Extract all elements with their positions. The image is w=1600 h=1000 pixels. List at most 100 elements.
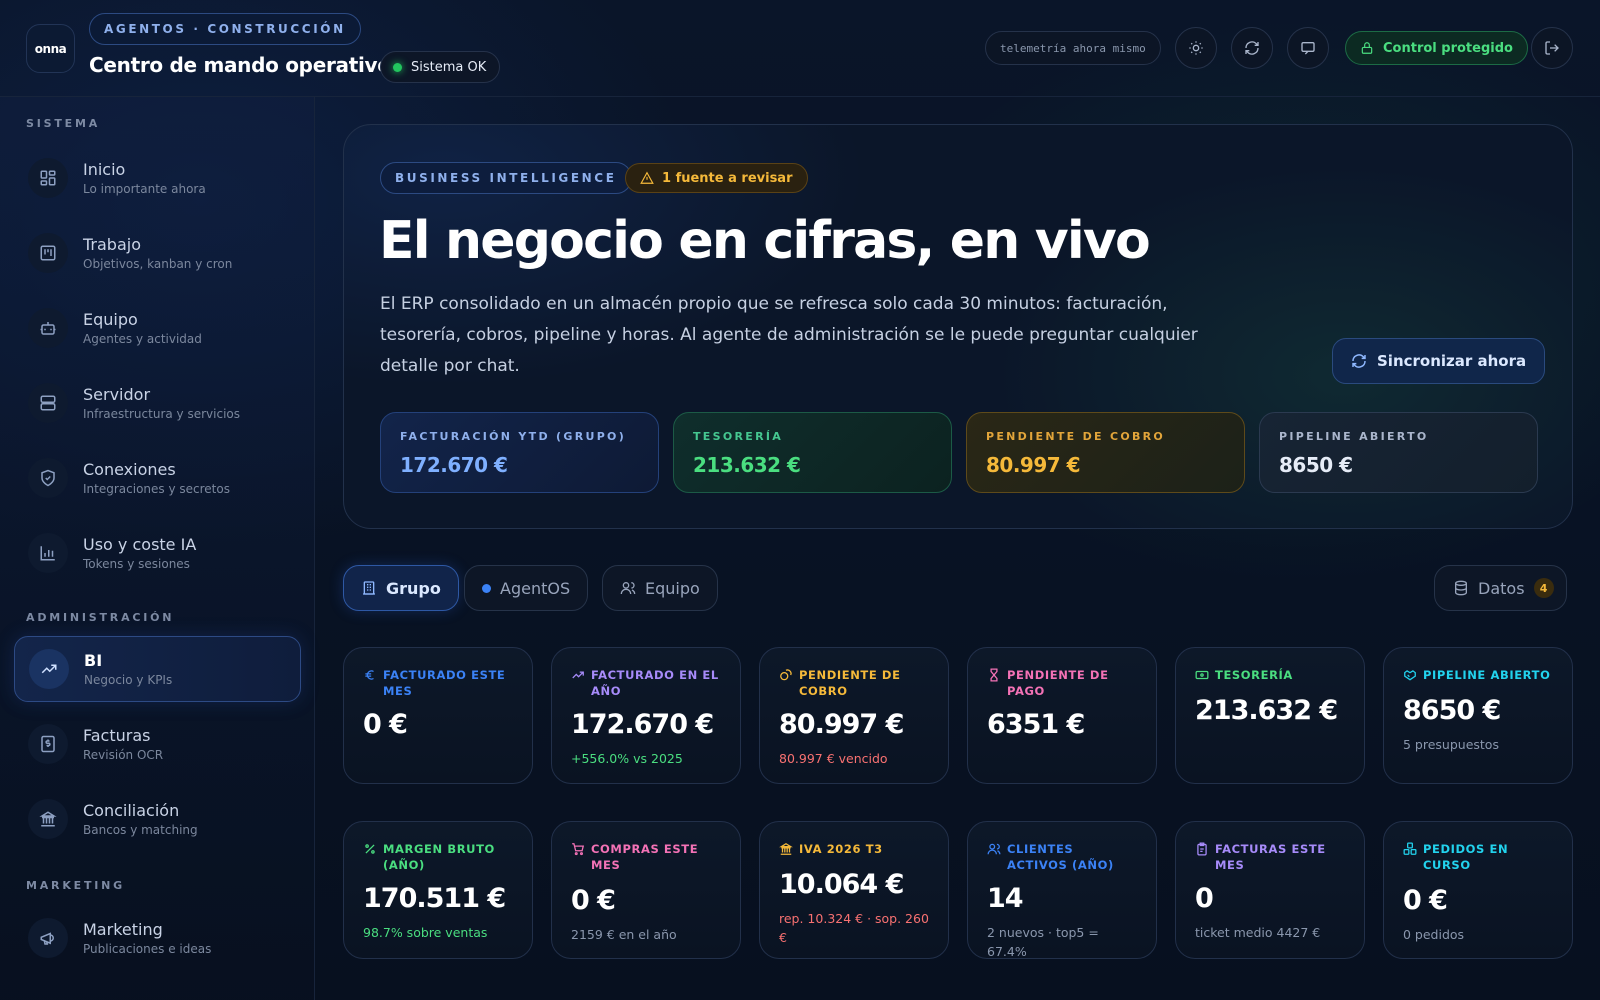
control-protected-label: Control protegido <box>1383 40 1513 56</box>
card-value: 14 <box>987 883 1024 914</box>
kanban-icon <box>28 233 68 273</box>
card-value: 170.511 € <box>363 883 506 914</box>
sidebar-item-facturas[interactable]: Facturas Revisión OCR <box>14 711 301 777</box>
database-icon <box>1455 580 1467 596</box>
sidebar-item-conexiones[interactable]: Conexiones Integraciones y secretos <box>14 445 301 511</box>
logout-button[interactable] <box>1531 27 1573 69</box>
datos-count-badge: 4 <box>1533 578 1554 598</box>
bot-icon <box>28 308 68 348</box>
sidebar-item-label: Marketing <box>83 920 163 939</box>
system-status-label: Sistema OK <box>411 59 487 75</box>
card-label: PENDIENTE DE COBRO <box>799 668 901 698</box>
sidebar-item-sub: Lo importante ahora <box>83 182 206 196</box>
card-label: IVA 2026 T3 <box>799 842 883 856</box>
sidebar-item-conciliacion[interactable]: Conciliación Bancos y matching <box>14 786 301 852</box>
card-label: FACTURAS ESTE MES <box>1215 842 1326 872</box>
card-label: FACTURADO EN EL AÑO <box>591 668 719 698</box>
grid-icon <box>28 158 68 198</box>
kpi-pendiente-cobro: PENDIENTE DE COBRO 80.997 € <box>966 412 1245 493</box>
tab-label: Grupo <box>386 578 441 598</box>
sync-now-label: Sincronizar ahora <box>1377 352 1527 370</box>
hero-description: El ERP consolidado en un almacén propio … <box>380 294 1198 376</box>
refresh-icon <box>1352 354 1366 368</box>
sidebar-item-equipo[interactable]: Equipo Agentes y actividad <box>14 295 301 361</box>
card-sub: +556.0% vs 2025 <box>571 751 683 766</box>
tab-grupo[interactable]: Grupo <box>343 565 459 611</box>
card-facturas-mes: FACTURAS ESTE MES 0 ticket medio 4427 € <box>1175 821 1365 959</box>
shield-icon <box>28 458 68 498</box>
card-label: COMPRAS ESTE MES <box>591 842 699 872</box>
card-value: 0 € <box>571 885 616 916</box>
trend-up-icon <box>29 649 69 689</box>
card-label: PEDIDOS EN CURSO <box>1423 842 1509 872</box>
warning-badge[interactable]: 1 fuente a revisar <box>625 163 808 193</box>
refresh-button[interactable] <box>1231 27 1273 69</box>
kpi-value: 80.997 € <box>986 453 1081 477</box>
datos-label: Datos <box>1478 578 1525 598</box>
coins-icon <box>780 669 792 681</box>
card-value: 0 <box>1195 883 1214 914</box>
hero-title: El negocio en cifras, en vivo <box>379 211 1151 271</box>
percent-icon <box>365 844 375 854</box>
sidebar-item-label: Trabajo <box>83 235 141 254</box>
section-label-sistema: SISTEMA <box>26 117 101 130</box>
top-header: onna AGENTOS · CONSTRUCCIÓN Centro de ma… <box>0 0 1600 97</box>
trend-up-icon <box>572 671 584 679</box>
hourglass-icon <box>990 668 998 682</box>
control-protected-badge[interactable]: Control protegido <box>1345 31 1528 65</box>
warning-icon <box>640 171 654 184</box>
hero-panel: BUSINESS INTELLIGENCE 1 fuente a revisar… <box>343 124 1573 529</box>
dot-icon <box>482 583 491 593</box>
kpi-facturacion-ytd: FACTURACIÓN YTD (GRUPO) 172.670 € <box>380 412 659 493</box>
sidebar-item-sub: Publicaciones e ideas <box>83 942 212 956</box>
card-value: 8650 € <box>1403 695 1501 726</box>
kpi-label: PENDIENTE DE COBRO <box>986 430 1166 443</box>
card-sub: 2159 € en el año <box>571 927 677 942</box>
tab-label: Equipo <box>645 578 700 598</box>
kpi-label: PIPELINE ABIERTO <box>1279 430 1429 443</box>
card-facturado-mes: FACTURADO ESTE MES 0 € <box>343 647 533 784</box>
status-dot-icon <box>393 62 402 72</box>
chat-button[interactable] <box>1287 27 1329 69</box>
sidebar-item-trabajo[interactable]: Trabajo Objetivos, kanban y cron <box>14 220 301 286</box>
sidebar-item-label: Inicio <box>83 160 126 179</box>
sidebar-item-sub: Revisión OCR <box>83 748 164 762</box>
kpi-tesoreria: TESORERÍA 213.632 € <box>673 412 952 493</box>
cart-icon <box>572 843 585 856</box>
sidebar-item-bi[interactable]: BI Negocio y KPIs <box>14 636 301 702</box>
megaphone-icon <box>28 918 68 958</box>
card-label: TESORERÍA <box>1215 668 1293 682</box>
tab-agentos[interactable]: AgentOS <box>464 565 589 611</box>
sync-now-button[interactable]: Sincronizar ahora <box>1332 338 1546 384</box>
sidebar-item-servidor[interactable]: Servidor Infraestructura y servicios <box>14 370 301 436</box>
app-logo[interactable]: onna <box>26 24 75 73</box>
lock-icon <box>1361 42 1373 54</box>
datos-button[interactable]: Datos 4 <box>1434 565 1567 611</box>
telemetry-badge: telemetría ahora mismo <box>985 31 1161 65</box>
sidebar-item-label: Equipo <box>83 310 138 329</box>
card-label: CLIENTES ACTIVOS (AÑO) <box>1007 842 1114 872</box>
sidebar-item-sub: Negocio y KPIs <box>84 673 173 687</box>
refresh-icon <box>1245 41 1259 55</box>
card-sub: ticket medio 4427 € <box>1195 925 1321 940</box>
bar-chart-icon <box>28 533 68 573</box>
sidebar-item-sub: Tokens y sesiones <box>83 557 190 571</box>
sidebar-item-label: Conexiones <box>83 460 176 479</box>
sidebar-item-marketing[interactable]: Marketing Publicaciones e ideas <box>14 905 301 971</box>
card-margen-bruto: MARGEN BRUTO (AÑO) 170.511 € 98.7% sobre… <box>343 821 533 959</box>
sidebar-item-label: Facturas <box>83 726 151 745</box>
kpi-value: 172.670 € <box>400 453 508 477</box>
card-value: 0 € <box>363 709 408 740</box>
theme-toggle-button[interactable] <box>1175 27 1217 69</box>
card-tesoreria: TESORERÍA 213.632 € <box>1175 647 1365 784</box>
sidebar-item-uso-coste-ia[interactable]: Uso y coste IA Tokens y sesiones <box>14 520 301 586</box>
card-value: 80.997 € <box>779 709 904 740</box>
users-icon <box>987 843 1001 855</box>
card-pendiente-pago: PENDIENTE DE PAGO 6351 € <box>967 647 1157 784</box>
chat-icon <box>1301 42 1315 55</box>
sidebar-item-inicio[interactable]: Inicio Lo importante ahora <box>14 145 301 211</box>
card-value: 172.670 € <box>571 709 714 740</box>
tab-equipo[interactable]: Equipo <box>602 565 718 611</box>
bank-icon <box>28 799 68 839</box>
card-sub: 5 presupuestos <box>1403 737 1499 752</box>
